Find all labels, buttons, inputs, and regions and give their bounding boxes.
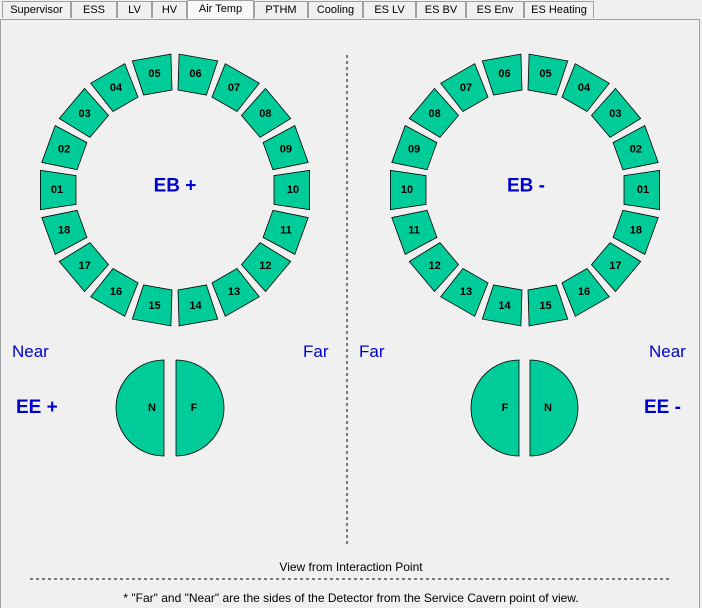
ringR-segment-09[interactable]	[391, 125, 438, 171]
ringL-segment-05[interactable]	[131, 53, 173, 96]
eb-plus-title: EB +	[154, 176, 197, 197]
footer-note: * "Far" and "Near" are the sides of the …	[123, 591, 579, 605]
ringL-segment-10[interactable]	[273, 169, 311, 211]
ringL-segment-09[interactable]	[262, 125, 309, 171]
ee-minus-near-half[interactable]	[529, 359, 579, 457]
ee-minus-title: EE -	[644, 397, 681, 418]
ringR-segment-11[interactable]	[391, 209, 438, 255]
eb-minus-title: EB -	[507, 176, 545, 197]
ringL-segment-14[interactable]	[177, 284, 219, 327]
ringL-segment-18[interactable]	[41, 209, 88, 255]
left-near-label: Near	[12, 342, 49, 361]
ee-plus-near-half[interactable]	[115, 359, 165, 457]
ringL-segment-11[interactable]	[262, 209, 309, 255]
ringR-segment-14[interactable]	[481, 284, 523, 327]
ringR-segment-18[interactable]	[612, 209, 659, 255]
ringR-segment-06[interactable]	[481, 53, 523, 96]
detector-diagram: 0102030405 06070809101112131415161718 010…	[30, 53, 672, 580]
ringL-segment-02[interactable]	[41, 125, 88, 171]
ringR-segment-02[interactable]	[612, 125, 659, 171]
ee-plus-title: EE +	[16, 397, 58, 418]
ringL-segment-15[interactable]	[131, 284, 173, 327]
ringR-segment-10[interactable]	[389, 169, 427, 211]
view-label: View from Interaction Point	[279, 560, 423, 574]
ringL-segment-06[interactable]	[177, 53, 219, 96]
ringR-segment-01[interactable]	[623, 169, 660, 211]
right-near-label: Near	[649, 342, 686, 361]
ringR-segment-05[interactable]	[527, 53, 569, 96]
ee-minus-far-half[interactable]	[470, 359, 520, 457]
right-far-label: Far	[359, 342, 385, 361]
left-far-label: Far	[303, 342, 329, 361]
ringL-segment-01[interactable]	[40, 169, 77, 211]
ee-plus-far-half[interactable]	[175, 359, 225, 457]
ringR-segment-15[interactable]	[527, 284, 569, 327]
